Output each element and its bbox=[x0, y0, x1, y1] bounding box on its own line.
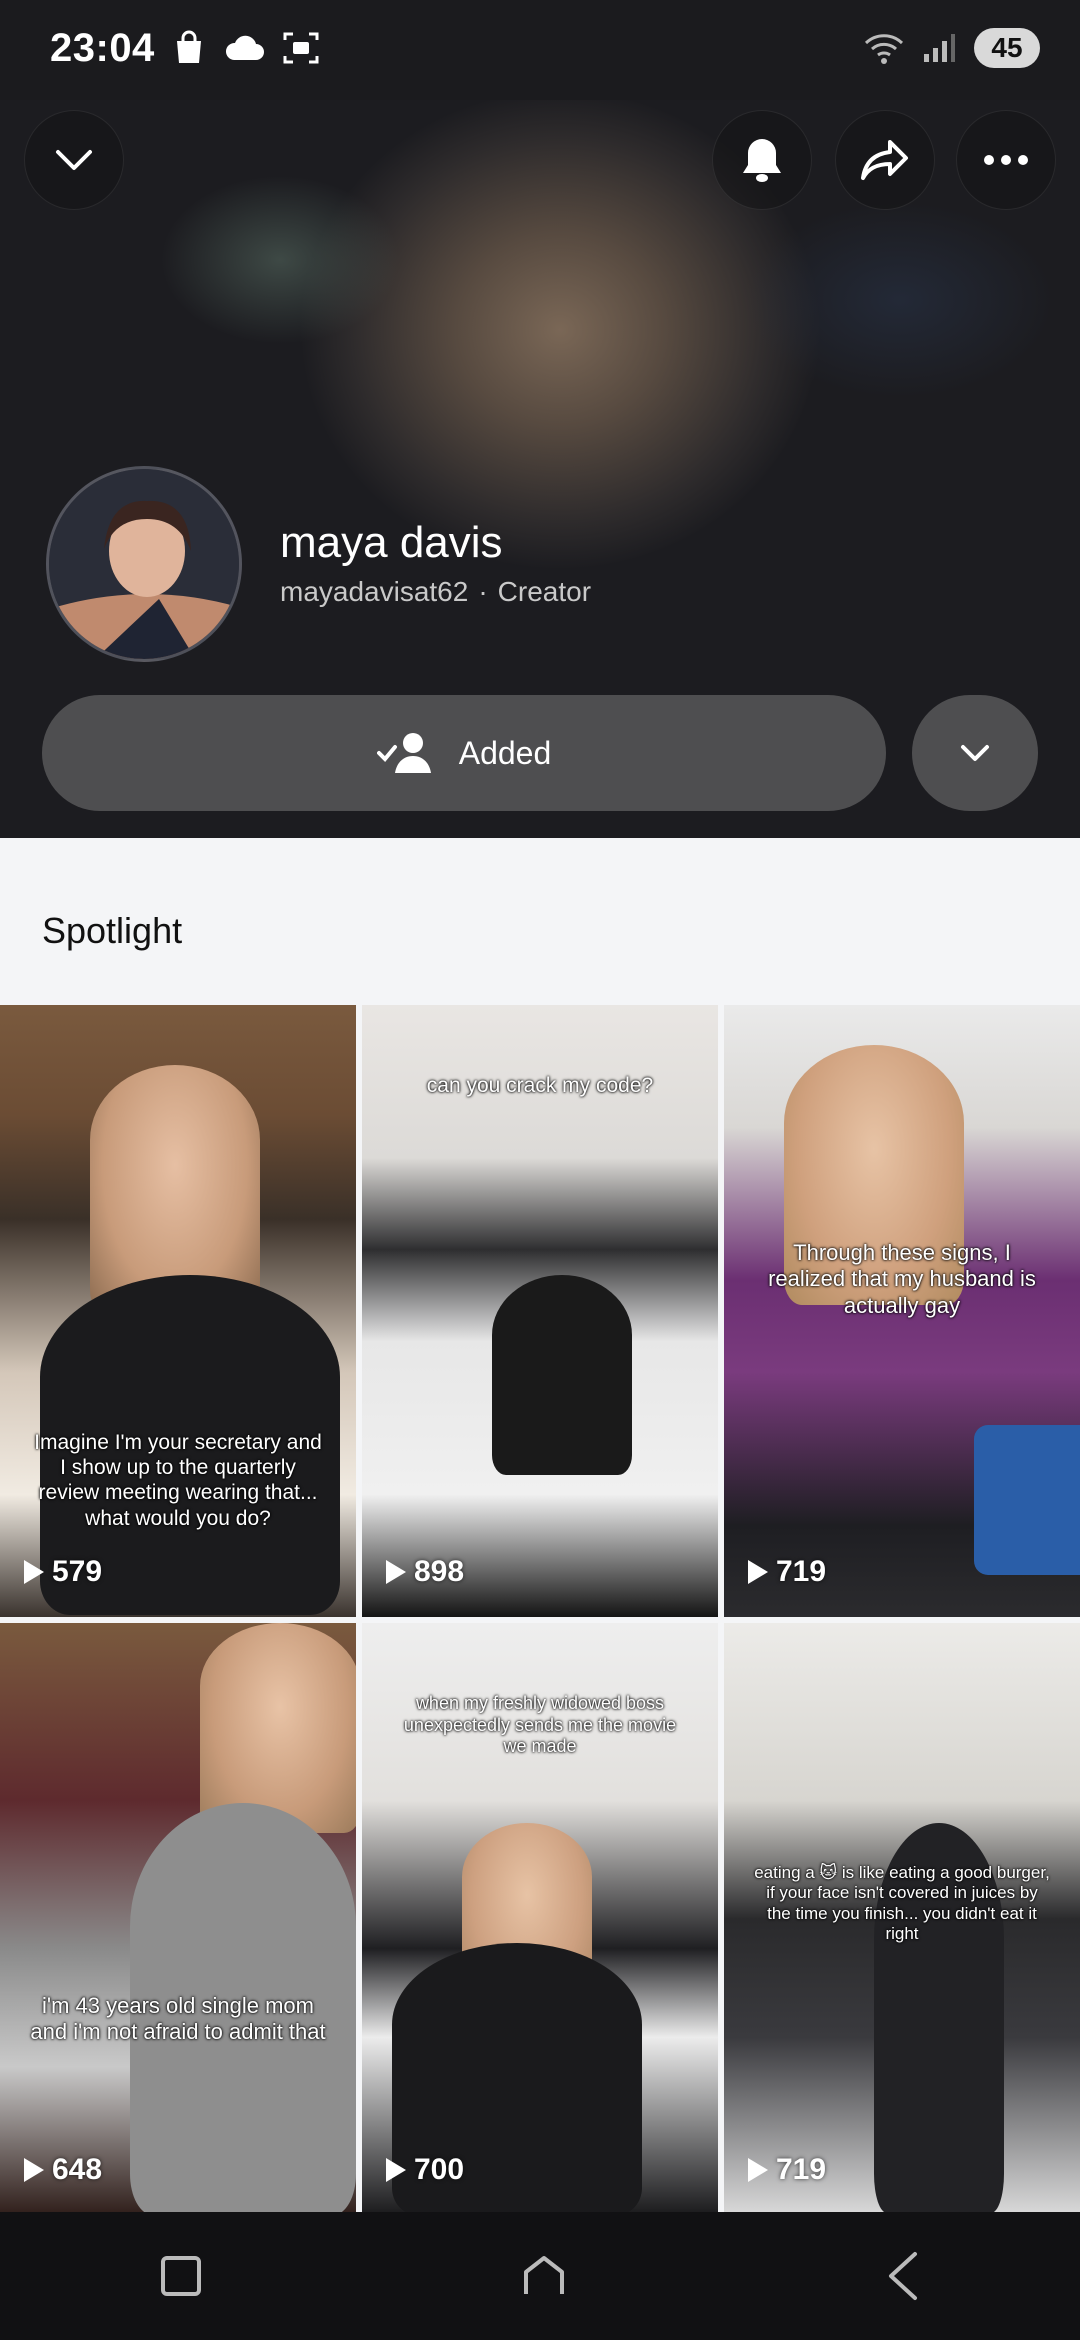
spotlight-section-title: Spotlight bbox=[42, 910, 183, 951]
spotlight-tile[interactable]: i'm 43 years old single mom and i'm not … bbox=[0, 1623, 356, 2215]
collapse-button[interactable] bbox=[24, 110, 124, 210]
battery-indicator: 45 bbox=[974, 28, 1040, 68]
spotlight-tile[interactable]: eating a 🐱 is like eating a good burger,… bbox=[724, 1623, 1080, 2215]
view-count: 719 bbox=[748, 1555, 826, 1589]
signal-icon bbox=[924, 34, 955, 62]
profile-role: Creator bbox=[497, 576, 592, 607]
play-icon bbox=[748, 2158, 768, 2182]
view-count: 648 bbox=[24, 2153, 102, 2187]
spotlight-caption: can you crack my code? bbox=[426, 1074, 654, 1097]
added-friend-button[interactable]: Added bbox=[42, 695, 886, 811]
view-count: 579 bbox=[24, 1555, 102, 1589]
spotlight-grid: Imagine I'm your secretary and I show up… bbox=[0, 1005, 1080, 2215]
profile-subtitle: mayadavisat62 · Creator bbox=[280, 576, 591, 608]
recent-apps-icon[interactable] bbox=[159, 2254, 203, 2298]
status-bar: 23:04 45 bbox=[0, 0, 1080, 100]
chevron-down-icon bbox=[961, 745, 989, 761]
view-count: 700 bbox=[386, 2153, 464, 2187]
play-icon bbox=[386, 1560, 406, 1584]
home-icon[interactable] bbox=[520, 2254, 568, 2298]
play-icon bbox=[24, 2158, 44, 2182]
cloud-icon bbox=[225, 35, 264, 60]
spotlight-tile[interactable]: Imagine I'm your secretary and I show up… bbox=[0, 1005, 356, 1617]
more-options-button[interactable] bbox=[956, 110, 1056, 210]
friend-options-dropdown[interactable] bbox=[912, 695, 1038, 811]
spotlight-tile[interactable]: when my freshly widowed boss unexpectedl… bbox=[362, 1623, 718, 2215]
system-nav-bar bbox=[0, 2212, 1080, 2340]
play-icon bbox=[386, 2158, 406, 2182]
screenshot-icon bbox=[283, 32, 319, 64]
profile-screen: 23:04 45 maya davis mayadavisat62 · Crea… bbox=[0, 0, 1080, 2340]
profile-avatar[interactable] bbox=[46, 466, 242, 662]
shopping-bag-icon bbox=[177, 30, 201, 63]
spotlight-tile[interactable]: can you crack my code? 898 bbox=[362, 1005, 718, 1617]
spotlight-caption: Imagine I'm your secretary and I show up… bbox=[34, 1431, 322, 1530]
status-time: 23:04 bbox=[50, 26, 155, 70]
notifications-button[interactable] bbox=[712, 110, 812, 210]
more-icon bbox=[984, 155, 1028, 165]
profile-name: maya davis bbox=[280, 518, 503, 567]
view-count: 898 bbox=[386, 1555, 464, 1589]
chevron-down-icon bbox=[56, 150, 92, 170]
spotlight-tile[interactable]: Through these signs, I realized that my … bbox=[724, 1005, 1080, 1617]
subtitle-separator: · bbox=[478, 576, 488, 607]
profile-username: mayadavisat62 bbox=[280, 576, 469, 607]
spotlight-caption: Through these signs, I realized that my … bbox=[768, 1240, 1036, 1318]
play-icon bbox=[748, 1560, 768, 1584]
profile-header: 23:04 45 maya davis mayadavisat62 · Crea… bbox=[0, 0, 1080, 838]
back-icon[interactable] bbox=[885, 2250, 921, 2302]
share-button[interactable] bbox=[835, 110, 935, 210]
avatar-image bbox=[49, 469, 239, 659]
view-count: 719 bbox=[748, 2153, 826, 2187]
added-label: Added bbox=[458, 734, 552, 771]
spotlight-caption: when my freshly widowed boss unexpectedl… bbox=[403, 1693, 677, 1757]
friend-added-icon bbox=[376, 733, 431, 773]
wifi-icon bbox=[864, 34, 904, 64]
play-icon bbox=[24, 1560, 44, 1584]
bell-icon bbox=[743, 139, 781, 182]
spotlight-caption: eating a 🐱 is like eating a good burger,… bbox=[754, 1863, 1050, 1944]
spotlight-caption: i'm 43 years old single mom and i'm not … bbox=[30, 1993, 326, 2045]
share-icon bbox=[861, 140, 908, 180]
